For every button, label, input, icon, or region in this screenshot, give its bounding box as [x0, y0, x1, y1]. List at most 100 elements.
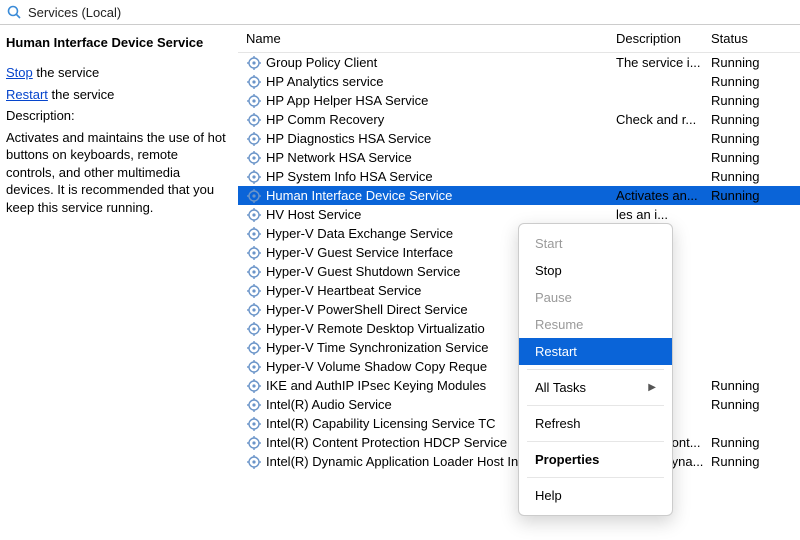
col-status[interactable]: Status — [711, 31, 800, 46]
selected-service-title: Human Interface Device Service — [6, 35, 228, 50]
services-icon — [6, 4, 22, 20]
service-name: Intel(R) Audio Service — [266, 397, 392, 412]
service-status: Running — [711, 397, 800, 412]
service-description: The service i... — [616, 55, 711, 70]
service-status: Running — [711, 378, 800, 393]
service-status: Running — [711, 93, 800, 108]
service-name: HP Network HSA Service — [266, 150, 412, 165]
menu-help[interactable]: Help — [519, 482, 672, 509]
menu-restart[interactable]: Restart — [519, 338, 672, 365]
service-name: HV Host Service — [266, 207, 361, 222]
window-header: Services (Local) — [0, 0, 800, 25]
menu-start: Start — [519, 230, 672, 257]
service-name: Hyper-V PowerShell Direct Service — [266, 302, 468, 317]
service-name: HP Comm Recovery — [266, 112, 384, 127]
service-name: Hyper-V Volume Shadow Copy Reque — [266, 359, 487, 374]
service-name: Group Policy Client — [266, 55, 377, 70]
menu-all-tasks[interactable]: All Tasks ▶ — [519, 374, 672, 401]
gear-icon — [246, 435, 262, 451]
service-status: Running — [711, 150, 800, 165]
table-row[interactable]: HP App Helper HSA ServiceRunning — [238, 91, 800, 110]
service-name: Intel(R) Content Protection HDCP Service — [266, 435, 507, 450]
gear-icon — [246, 264, 262, 280]
menu-separator — [527, 405, 664, 406]
service-name: HP Analytics service — [266, 74, 384, 89]
gear-icon — [246, 283, 262, 299]
gear-icon — [246, 397, 262, 413]
gear-icon — [246, 150, 262, 166]
service-name: HP System Info HSA Service — [266, 169, 433, 184]
gear-icon — [246, 112, 262, 128]
service-description: Activates an... — [616, 188, 711, 203]
table-row[interactable]: HP Analytics service Running — [238, 72, 800, 91]
service-status: Running — [711, 188, 800, 203]
details-pane: Human Interface Device Service Stop the … — [0, 25, 238, 537]
gear-icon — [246, 245, 262, 261]
service-name: Intel(R) Capability Licensing Service TC — [266, 416, 496, 431]
service-status: Running — [711, 112, 800, 127]
menu-properties[interactable]: Properties — [519, 446, 672, 473]
gear-icon — [246, 454, 262, 470]
menu-stop[interactable]: Stop — [519, 257, 672, 284]
gear-icon — [246, 131, 262, 147]
description-body: Activates and maintains the use of hot b… — [6, 129, 228, 217]
chevron-right-icon: ▶ — [648, 382, 656, 393]
table-row[interactable]: HP Network HSA Service Running — [238, 148, 800, 167]
menu-separator — [527, 477, 664, 478]
gear-icon — [246, 188, 262, 204]
gear-icon — [246, 226, 262, 242]
menu-resume: Resume — [519, 311, 672, 338]
table-row[interactable]: HP Comm Recovery Check and r...Running — [238, 110, 800, 129]
gear-icon — [246, 378, 262, 394]
service-name: Human Interface Device Service — [266, 188, 452, 203]
description-heading: Description: — [6, 107, 228, 125]
menu-all-tasks-label: All Tasks — [535, 380, 586, 395]
col-description[interactable]: Description — [616, 31, 711, 46]
service-name: Hyper-V Remote Desktop Virtualizatio — [266, 321, 485, 336]
service-name: Hyper-V Heartbeat Service — [266, 283, 421, 298]
service-status: Running — [711, 435, 800, 450]
service-status: Running — [711, 169, 800, 184]
service-description: les an i... — [616, 207, 711, 222]
context-menu: Start Stop Pause Resume Restart All Task… — [518, 223, 673, 516]
services-list-pane: Name Description Status Group Policy Cli… — [238, 25, 800, 537]
service-name: Hyper-V Time Synchronization Service — [266, 340, 489, 355]
service-name: Hyper-V Data Exchange Service — [266, 226, 453, 241]
col-name[interactable]: Name — [246, 31, 616, 46]
table-row[interactable]: HP System Info HSA Service Running — [238, 167, 800, 186]
service-name: Hyper-V Guest Service Interface — [266, 245, 453, 260]
gear-icon — [246, 321, 262, 337]
gear-icon — [246, 359, 262, 375]
gear-icon — [246, 302, 262, 318]
gear-icon — [246, 340, 262, 356]
menu-refresh[interactable]: Refresh — [519, 410, 672, 437]
restart-suffix: the service — [48, 87, 114, 102]
service-name: HP Diagnostics HSA Service — [266, 131, 431, 146]
service-status: Running — [711, 55, 800, 70]
restart-service-line: Restart the service — [6, 86, 228, 104]
gear-icon — [246, 93, 262, 109]
stop-service-link[interactable]: Stop — [6, 65, 33, 80]
table-row[interactable]: Group Policy Client The service i...Runni… — [238, 53, 800, 72]
header-title: Services (Local) — [28, 5, 121, 20]
service-status: Running — [711, 131, 800, 146]
menu-pause: Pause — [519, 284, 672, 311]
table-row[interactable]: HP Diagnostics HSA Service Running — [238, 129, 800, 148]
gear-icon — [246, 416, 262, 432]
service-description: Check and r... — [616, 112, 711, 127]
table-row[interactable]: HV Host Service les an i... — [238, 205, 800, 224]
column-headers: Name Description Status — [238, 25, 800, 53]
service-name: IKE and AuthIP IPsec Keying Modules — [266, 378, 486, 393]
stop-suffix: the service — [33, 65, 99, 80]
menu-separator — [527, 441, 664, 442]
gear-icon — [246, 55, 262, 71]
table-row[interactable]: Human Interface Device Service Activates … — [238, 186, 800, 205]
stop-service-line: Stop the service — [6, 64, 228, 82]
service-status: Running — [711, 74, 800, 89]
service-status: Running — [711, 454, 800, 469]
restart-service-link[interactable]: Restart — [6, 87, 48, 102]
gear-icon — [246, 74, 262, 90]
menu-separator — [527, 369, 664, 370]
gear-icon — [246, 169, 262, 185]
gear-icon — [246, 207, 262, 223]
